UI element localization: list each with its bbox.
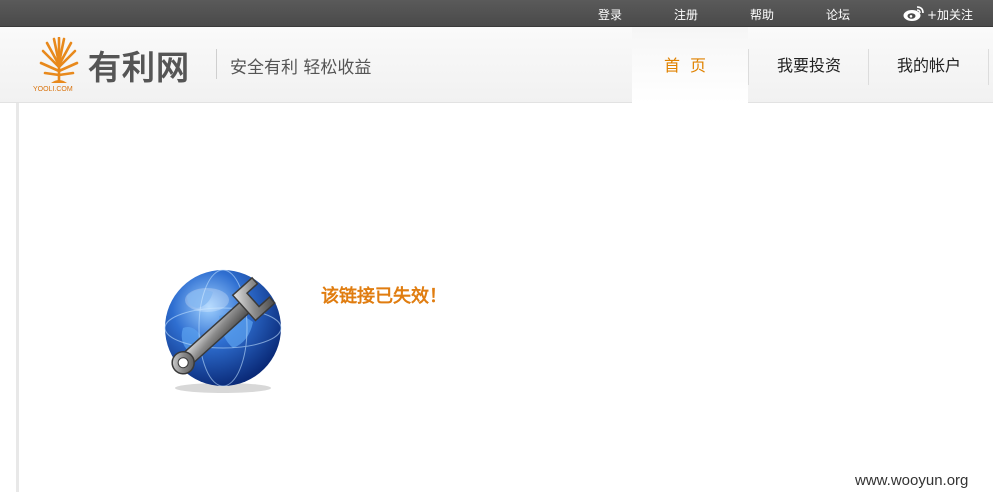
nav-divider xyxy=(988,49,989,85)
nav-account[interactable]: 我的帐户 xyxy=(870,27,988,103)
top-bar: 登录 注册 帮助 论坛 +加关注 xyxy=(0,0,993,27)
site-header: YOOLI.COM 有利网 安全有利 轻松收益 首页 我要投资 我的帐户 xyxy=(0,27,993,103)
logo-name[interactable]: 有利网 xyxy=(88,41,190,89)
tree-logo-icon[interactable] xyxy=(35,37,83,87)
nav-invest[interactable]: 我要投资 xyxy=(749,27,869,103)
logo-subtext: YOOLI.COM xyxy=(33,86,73,93)
error-message: 该链接已失效！ xyxy=(321,286,447,307)
help-link[interactable]: 帮助 xyxy=(750,6,774,23)
weibo-icon[interactable] xyxy=(902,4,926,22)
forum-link[interactable]: 论坛 xyxy=(826,6,850,23)
logo-divider xyxy=(216,49,217,79)
follow-link[interactable]: +加关注 xyxy=(927,6,973,23)
globe-wrench-icon xyxy=(164,269,282,393)
left-border xyxy=(16,103,19,492)
slogan: 安全有利 轻松收益 xyxy=(230,58,372,78)
login-link[interactable]: 登录 xyxy=(598,6,622,23)
nav-divider xyxy=(868,49,869,85)
watermark: www.wooyun.org xyxy=(855,472,969,489)
register-link[interactable]: 注册 xyxy=(674,6,698,23)
nav-home[interactable]: 首页 xyxy=(632,27,748,103)
